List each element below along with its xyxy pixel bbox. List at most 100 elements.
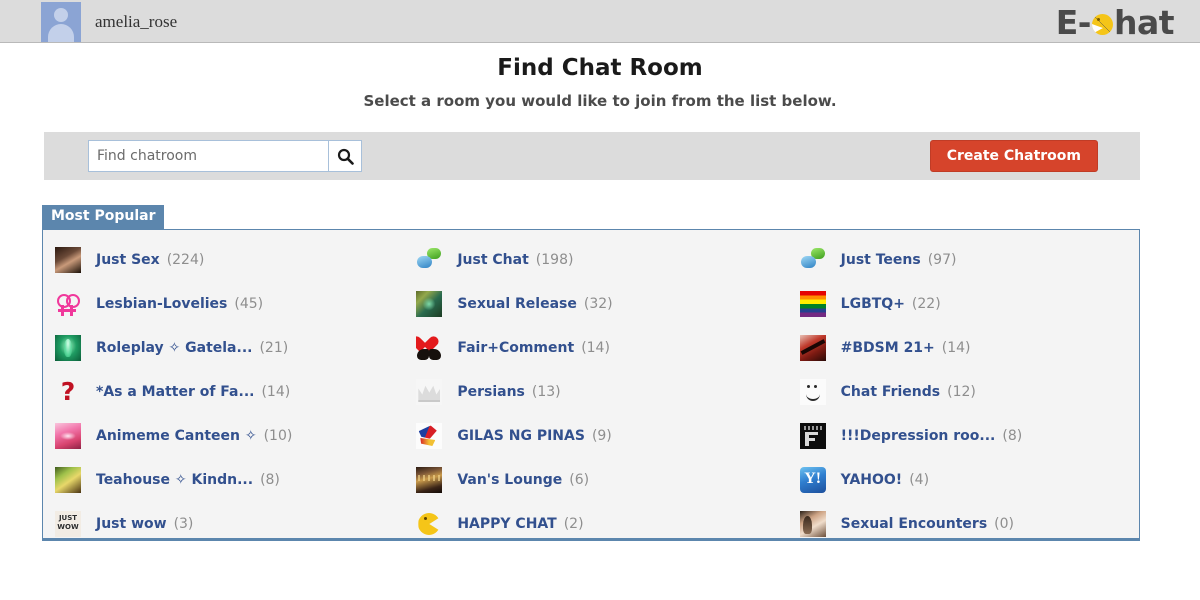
room-list-item[interactable]: Sexual Release (32): [416, 282, 773, 326]
forest-photo-icon: [416, 291, 443, 317]
room-name-link[interactable]: Lesbian-Lovelies: [96, 296, 227, 312]
room-name-link[interactable]: Just Chat: [457, 252, 528, 268]
room-user-count: (9): [591, 428, 612, 444]
room-list-item[interactable]: Fair+Comment (14): [416, 326, 773, 370]
depression-icon: [799, 423, 826, 449]
room-user-count: (14): [941, 340, 971, 356]
room-name-link[interactable]: *As a Matter of Fa...: [96, 384, 254, 400]
search-group: [88, 140, 362, 172]
room-name-link[interactable]: #BDSM 21+: [841, 340, 935, 356]
smiley-face-icon: [799, 379, 826, 405]
lounge-photo-icon: [416, 467, 443, 493]
room-user-count: (97): [927, 252, 957, 268]
anime-girl-icon: [55, 423, 81, 449]
search-input[interactable]: [88, 140, 328, 172]
create-chatroom-button[interactable]: Create Chatroom: [929, 140, 1098, 172]
room-user-count: (14): [261, 384, 291, 400]
room-name-link[interactable]: Just Sex: [96, 252, 160, 268]
site-logo[interactable]: E-hat: [1056, 1, 1175, 43]
room-list-item[interactable]: ? *As a Matter of Fa... (14): [55, 370, 408, 414]
room-name-link[interactable]: Van's Lounge: [457, 472, 562, 488]
room-user-count: (22): [911, 296, 941, 312]
room-list-item[interactable]: YAHOO! (4): [799, 458, 1139, 502]
room-name-link[interactable]: Persians: [457, 384, 525, 400]
tab-most-popular[interactable]: Most Popular: [42, 205, 165, 229]
room-column: Just Chat (198) Sexual Release (32) Fair+Com…: [408, 238, 773, 546]
room-user-count: (0): [994, 516, 1015, 532]
room-user-count: (12): [947, 384, 976, 400]
room-user-count: (21): [259, 340, 289, 356]
chat-bubbles-icon: [799, 247, 826, 273]
user-avatar-icon: [41, 2, 81, 42]
room-list-panel: Just Sex (224) Lesbian-Lovelies (45) Rolepla…: [42, 229, 1140, 541]
room-user-count: (6): [569, 472, 590, 488]
room-column: Just Sex (224) Lesbian-Lovelies (45) Rolepla…: [43, 238, 408, 546]
room-list-item[interactable]: Animeme Canteen ✧ (10): [55, 414, 408, 458]
search-icon: [337, 148, 354, 165]
just-wow-icon: [55, 511, 81, 537]
room-list-item[interactable]: Lesbian-Lovelies (45): [55, 282, 408, 326]
room-grid: Just Sex (224) Lesbian-Lovelies (45) Rolepla…: [43, 230, 1139, 546]
room-list-item[interactable]: !!!Depression roo... (8): [799, 414, 1139, 458]
room-user-count: (32): [583, 296, 613, 312]
panel-tabstrip: Most Popular: [42, 205, 165, 229]
question-mark-icon: ?: [55, 379, 81, 405]
double-venus-icon: [55, 291, 81, 317]
room-list-item[interactable]: GILAS NG PINAS (9): [416, 414, 773, 458]
room-name-link[interactable]: Animeme Canteen ✧: [96, 428, 257, 444]
room-user-count: (2): [563, 516, 584, 532]
room-user-count: (3): [173, 516, 194, 532]
crown-icon: [416, 379, 443, 405]
room-column: Just Teens (97) LGBTQ+ (22) #BDSM 21+ (14) Cha…: [774, 238, 1139, 546]
room-user-count: (198): [535, 252, 574, 268]
room-list-item[interactable]: Van's Lounge (6): [416, 458, 773, 502]
heart-in-hands-icon: [416, 335, 443, 361]
room-list-item[interactable]: Teahouse ✧ Kindn... (8): [55, 458, 408, 502]
room-name-link[interactable]: Sexual Release: [457, 296, 577, 312]
chat-bubbles-icon: [416, 247, 443, 273]
room-user-count: (4): [909, 472, 930, 488]
room-name-link[interactable]: Teahouse ✧ Kindn...: [96, 472, 253, 488]
search-button[interactable]: [328, 140, 362, 172]
eagle-flag-icon: [416, 423, 443, 449]
page-subtitle: Select a room you would like to join fro…: [363, 92, 837, 110]
room-list-item[interactable]: LGBTQ+ (22): [799, 282, 1139, 326]
room-list-item[interactable]: Just Sex (224): [55, 238, 408, 282]
room-list-item[interactable]: Just wow (3): [55, 502, 408, 546]
room-name-link[interactable]: Chat Friends: [841, 384, 940, 400]
room-name-link[interactable]: HAPPY CHAT: [457, 516, 556, 532]
room-list-item[interactable]: HAPPY CHAT (2): [416, 502, 773, 546]
username-label: amelia_rose: [95, 12, 178, 31]
room-name-link[interactable]: GILAS NG PINAS: [457, 428, 585, 444]
room-name-link[interactable]: Sexual Encounters: [841, 516, 988, 532]
room-name-link[interactable]: Just Teens: [841, 252, 921, 268]
top-bar: amelia_rose E-hat: [0, 0, 1200, 43]
room-list-item[interactable]: Chat Friends (12): [799, 370, 1139, 414]
room-list-item[interactable]: Sexual Encounters (0): [799, 502, 1139, 546]
rainbow-flag-icon: [799, 291, 826, 317]
room-user-count: (14): [581, 340, 610, 356]
page-title: Find Chat Room: [497, 55, 703, 81]
photo-dark-icon: [55, 247, 81, 273]
room-name-link[interactable]: YAHOO!: [841, 472, 903, 488]
room-name-link[interactable]: Roleplay ✧ Gatela...: [96, 340, 252, 356]
room-list-item[interactable]: #BDSM 21+ (14): [799, 326, 1139, 370]
room-name-link[interactable]: !!!Depression roo...: [841, 428, 996, 444]
room-name-link[interactable]: Fair+Comment: [457, 340, 574, 356]
room-list-item[interactable]: Just Teens (97): [799, 238, 1139, 282]
bdsm-photo-icon: [799, 335, 826, 361]
green-figure-icon: [55, 335, 81, 361]
couple-photo-icon: [799, 511, 826, 537]
room-name-link[interactable]: LGBTQ+: [841, 296, 905, 312]
room-user-count: (13): [531, 384, 561, 400]
room-list-item[interactable]: Just Chat (198): [416, 238, 773, 282]
room-user-count: (10): [263, 428, 293, 444]
room-user-count: (8): [260, 472, 280, 488]
room-list-item[interactable]: Roleplay ✧ Gatela... (21): [55, 326, 408, 370]
room-name-link[interactable]: Just wow: [96, 516, 167, 532]
room-user-count: (8): [1002, 428, 1023, 444]
user-block[interactable]: amelia_rose: [41, 2, 177, 42]
logo-suffix: hat: [1113, 2, 1175, 42]
pacman-icon: [416, 511, 443, 537]
room-list-item[interactable]: Persians (13): [416, 370, 773, 414]
